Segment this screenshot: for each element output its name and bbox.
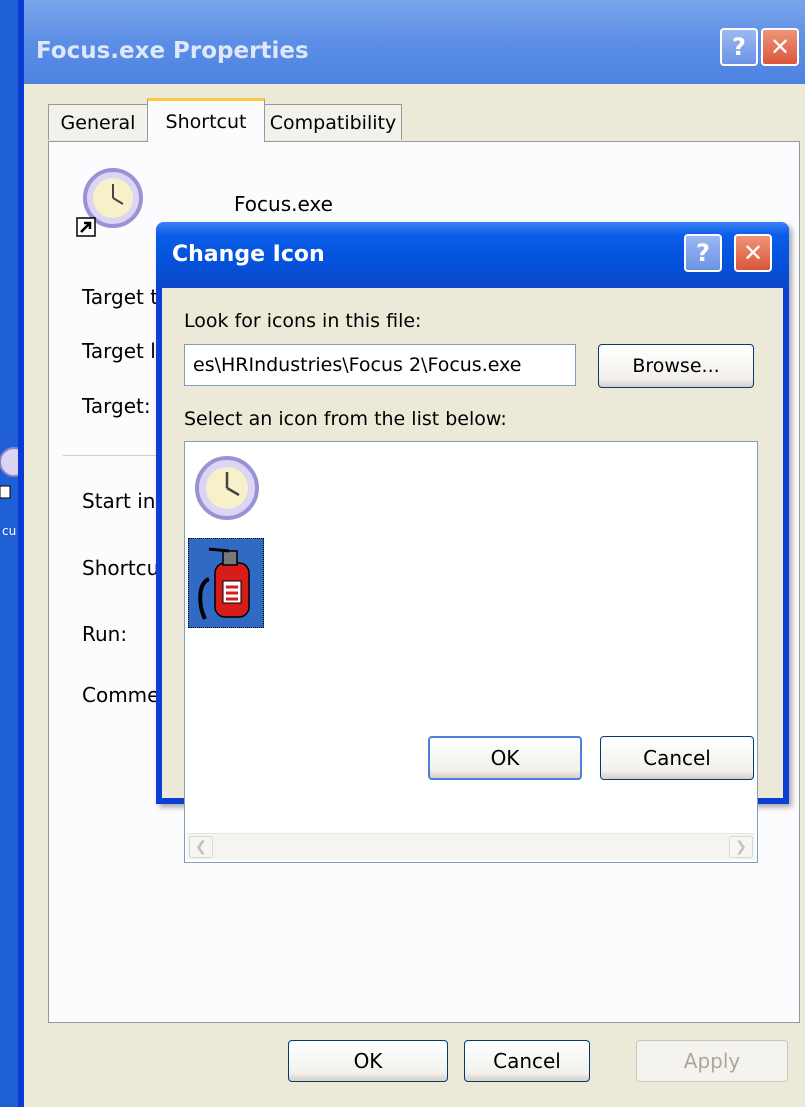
scroll-left-icon[interactable]: ❮ <box>189 836 213 858</box>
desktop-icon-label: cu <box>2 524 17 538</box>
dialog-title: Change Icon <box>172 242 325 267</box>
icon-list[interactable]: ❮ ❯ <box>184 441 758 863</box>
close-button[interactable]: ✕ <box>761 28 799 66</box>
run-label: Run: <box>82 622 128 646</box>
tab-general[interactable]: General <box>48 104 148 140</box>
file-path-input[interactable]: es\HRIndustries\Focus 2\Focus.exe <box>184 344 576 386</box>
help-button[interactable]: ? <box>720 28 758 66</box>
change-icon-title-bar[interactable]: Change Icon ? ✕ <box>156 222 789 288</box>
properties-title-bar[interactable]: Focus.exe Properties ? ✕ <box>24 0 805 84</box>
target-label: Target: <box>82 394 151 418</box>
shortcut-name: Focus.exe <box>234 192 333 216</box>
look-for-label: Look for icons in this file: <box>184 310 422 332</box>
select-icon-label: Select an icon from the list below: <box>184 408 507 430</box>
icon-option-clock[interactable] <box>189 450 265 526</box>
horizontal-scrollbar[interactable]: ❮ ❯ <box>187 833 755 860</box>
cancel-button[interactable]: Cancel <box>464 1040 590 1082</box>
clock-icon <box>195 456 259 520</box>
dialog-close-button[interactable]: ✕ <box>734 234 772 272</box>
dialog-ok-button[interactable]: OK <box>428 736 582 780</box>
tab-shortcut[interactable]: Shortcut <box>147 98 265 142</box>
shortcut-key-label: Shortcu <box>82 556 160 580</box>
icon-option-extinguisher[interactable] <box>188 538 264 628</box>
tab-compatibility[interactable]: Compatibility <box>264 104 402 140</box>
start-in-label: Start in: <box>82 489 163 513</box>
window-title: Focus.exe Properties <box>36 38 309 64</box>
browse-button[interactable]: Browse... <box>598 344 754 388</box>
dialog-help-button[interactable]: ? <box>684 234 722 272</box>
change-icon-dialog: Change Icon ? ✕ Look for icons in this f… <box>156 222 789 863</box>
shortcut-clock-icon <box>76 168 143 237</box>
scroll-right-icon[interactable]: ❯ <box>729 836 753 858</box>
dialog-body: Look for icons in this file: es\HRIndust… <box>162 288 783 863</box>
fire-extinguisher-icon <box>198 547 250 620</box>
apply-button[interactable]: Apply <box>636 1040 788 1082</box>
dialog-cancel-button[interactable]: Cancel <box>600 736 754 780</box>
ok-button[interactable]: OK <box>288 1040 448 1082</box>
